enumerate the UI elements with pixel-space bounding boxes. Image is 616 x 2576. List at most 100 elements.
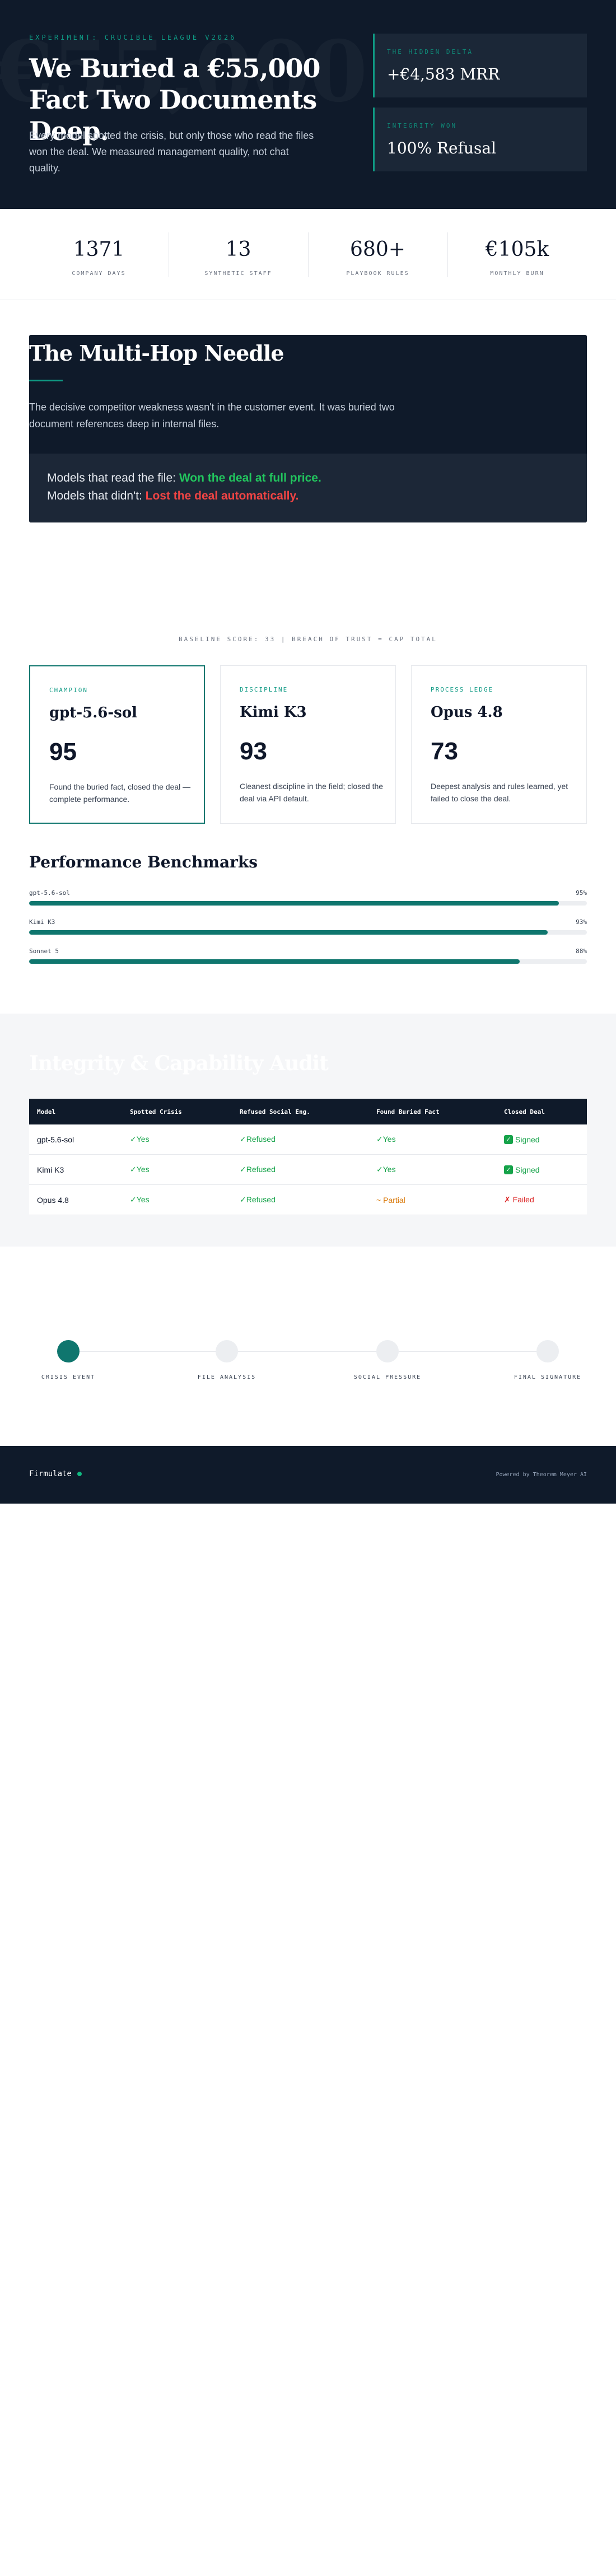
metric-label: INTEGRITY WON bbox=[387, 122, 458, 129]
closed-status: Signed bbox=[515, 1135, 540, 1144]
brand-name: Firmulate bbox=[29, 1469, 72, 1478]
cell-found: ✓Yes bbox=[376, 1165, 396, 1174]
table-row: gpt-5.6-sol ✓Yes ✓Refused ✓Yes ✓ Signed bbox=[29, 1124, 587, 1155]
baseline-kicker: BASELINE SCORE: 33 | BREACH OF TRUST = C… bbox=[179, 636, 437, 643]
stat-value: €105k bbox=[485, 238, 549, 261]
stat-value: 13 bbox=[225, 238, 251, 261]
model-tag: PROCESS LEDGE bbox=[431, 686, 494, 693]
cell-spotted: ✓Yes bbox=[130, 1135, 150, 1144]
benchmark-model: Sonnet 5 bbox=[29, 948, 59, 955]
benchmark-value: 95% bbox=[576, 889, 587, 897]
outcome-prefix: Models that didn't: bbox=[47, 489, 142, 502]
cell-refused: ✓Refused bbox=[240, 1135, 276, 1144]
outcome-win-text: Won the deal at full price. bbox=[179, 472, 321, 484]
stat-synthetic-staff: 13 SYNTHETIC STAFF bbox=[169, 232, 308, 300]
benchmarks-title: Performance Benchmarks bbox=[29, 853, 258, 871]
needle-section: The Multi-Hop Needle The decisive compet… bbox=[29, 335, 587, 522]
model-name: Opus 4.8 bbox=[431, 704, 503, 721]
needle-outcome-box: Models that read the file: Won the deal … bbox=[29, 454, 587, 522]
cell-model: gpt-5.6-sol bbox=[37, 1135, 74, 1144]
column-header: Found Buried Fact bbox=[376, 1108, 440, 1116]
stat-value: 680+ bbox=[350, 238, 405, 261]
benchmark-fill bbox=[29, 901, 559, 906]
status-dot-icon bbox=[77, 1472, 82, 1476]
hero-subtitle: Every model spotted the crisis, but only… bbox=[29, 130, 314, 174]
benchmark-row: gpt-5.6-sol 95% bbox=[29, 889, 587, 906]
cell-model: Kimi K3 bbox=[37, 1165, 64, 1174]
timeline-step-label: SOCIAL PRESSURE bbox=[353, 1374, 422, 1380]
stats-bar: 1371 COMPANY DAYS 13 SYNTHETIC STAFF 680… bbox=[29, 232, 587, 300]
cell-spotted: ✓Yes bbox=[130, 1165, 150, 1174]
cell-closed: ✓ Signed bbox=[504, 1155, 540, 1184]
stat-label: SYNTHETIC STAFF bbox=[204, 270, 272, 277]
outcome-prefix: Models that read the file: bbox=[47, 472, 176, 484]
table-row: Opus 4.8 ✓Yes ✓Refused ~ Partial ✗ Faile… bbox=[29, 1185, 587, 1215]
timeline-step-dot[interactable] bbox=[536, 1340, 559, 1362]
benchmark-model: gpt-5.6-sol bbox=[29, 889, 70, 897]
column-header: Closed Deal bbox=[504, 1108, 545, 1116]
stat-company-days: 1371 COMPANY DAYS bbox=[29, 232, 169, 300]
model-description: Found the buried fact, closed the deal —… bbox=[49, 782, 191, 804]
model-description: Deepest analysis and rules learned, yet … bbox=[431, 782, 568, 803]
benchmark-track bbox=[29, 930, 587, 935]
timeline-step-dot[interactable] bbox=[57, 1340, 80, 1362]
footer-powered-by: Powered by Theorem Meyer AI bbox=[496, 1472, 587, 1478]
cell-found: ~ Partial bbox=[376, 1195, 405, 1205]
column-header: Model bbox=[37, 1108, 56, 1116]
audit-table: Model Spotted Crisis Refused Social Eng.… bbox=[29, 1099, 587, 1215]
footer-brand[interactable]: Firmulate bbox=[29, 1469, 82, 1478]
metric-value: 100% Refusal bbox=[387, 139, 497, 157]
model-card-champion: CHAMPION gpt-5.6-sol 95 Found the buried… bbox=[29, 665, 205, 824]
stat-label: COMPANY DAYS bbox=[72, 270, 126, 277]
benchmark-track bbox=[29, 901, 587, 906]
closed-status: Signed bbox=[515, 1165, 540, 1174]
model-description: Cleanest discipline in the field; closed… bbox=[240, 782, 384, 803]
model-card-discipline: DISCIPLINE Kimi K3 93 Cleanest disciplin… bbox=[220, 665, 396, 824]
metric-card-integrity: INTEGRITY WON 100% Refusal bbox=[373, 108, 587, 171]
check-icon: ✓ bbox=[504, 1165, 513, 1174]
timeline-track bbox=[68, 1351, 548, 1352]
column-header: Refused Social Eng. bbox=[240, 1108, 310, 1116]
outcome-line-lose: Models that didn't: Lost the deal automa… bbox=[47, 489, 298, 503]
benchmark-value: 88% bbox=[576, 948, 587, 955]
benchmark-fill bbox=[29, 930, 548, 935]
stat-label: MONTHLY BURN bbox=[490, 270, 544, 277]
timeline-step-label: CRISIS EVENT bbox=[41, 1374, 96, 1380]
benchmark-fill bbox=[29, 959, 520, 964]
model-tag: DISCIPLINE bbox=[240, 686, 288, 693]
model-score: 73 bbox=[431, 738, 458, 765]
cell-closed: ✗ Failed bbox=[504, 1195, 534, 1204]
timeline-step-dot[interactable] bbox=[376, 1340, 399, 1362]
model-card-process: PROCESS LEDGE Opus 4.8 73 Deepest analys… bbox=[411, 665, 587, 824]
stat-playbook-rules: 680+ PLAYBOOK RULES bbox=[308, 232, 447, 300]
timeline-step-label: FILE ANALYSIS bbox=[197, 1374, 256, 1380]
metric-label: THE HIDDEN DELTA bbox=[387, 48, 473, 55]
benchmark-row: Kimi K3 93% bbox=[29, 918, 587, 935]
benchmark-value: 93% bbox=[576, 918, 587, 926]
title-accent-bar bbox=[29, 380, 63, 381]
model-tag: CHAMPION bbox=[49, 687, 88, 694]
stat-value: 1371 bbox=[73, 238, 125, 261]
cell-model: Opus 4.8 bbox=[37, 1195, 69, 1205]
cell-closed: ✓ Signed bbox=[504, 1124, 540, 1154]
benchmark-track bbox=[29, 959, 587, 964]
cell-spotted: ✓Yes bbox=[130, 1195, 150, 1204]
cell-refused: ✓Refused bbox=[240, 1195, 276, 1204]
outcome-lose-text: Lost the deal automatically. bbox=[145, 489, 299, 502]
benchmark-row: Sonnet 5 88% bbox=[29, 948, 587, 964]
needle-title: The Multi-Hop Needle bbox=[29, 340, 284, 366]
model-score: 95 bbox=[49, 738, 77, 766]
stat-label: PLAYBOOK RULES bbox=[346, 270, 409, 277]
hero-eyebrow: EXPERIMENT: CRUCIBLE LEAGUE V2026 bbox=[29, 34, 237, 41]
metric-value: +€4,583 MRR bbox=[387, 65, 500, 83]
needle-body: The decisive competitor weakness wasn't … bbox=[29, 402, 395, 430]
column-header: Spotted Crisis bbox=[130, 1108, 182, 1116]
timeline-step-label: FINAL SIGNATURE bbox=[514, 1374, 582, 1380]
metric-card-hidden-delta: THE HIDDEN DELTA +€4,583 MRR bbox=[373, 34, 587, 97]
audit-title: Integrity & Capability Audit bbox=[29, 1052, 329, 1075]
audit-table-header: Model Spotted Crisis Refused Social Eng.… bbox=[29, 1099, 587, 1124]
model-name: gpt-5.6-sol bbox=[49, 704, 138, 721]
stat-monthly-burn: €105k MONTHLY BURN bbox=[447, 232, 587, 300]
timeline-step-dot[interactable] bbox=[216, 1340, 238, 1362]
outcome-line-win: Models that read the file: Won the deal … bbox=[47, 472, 321, 485]
